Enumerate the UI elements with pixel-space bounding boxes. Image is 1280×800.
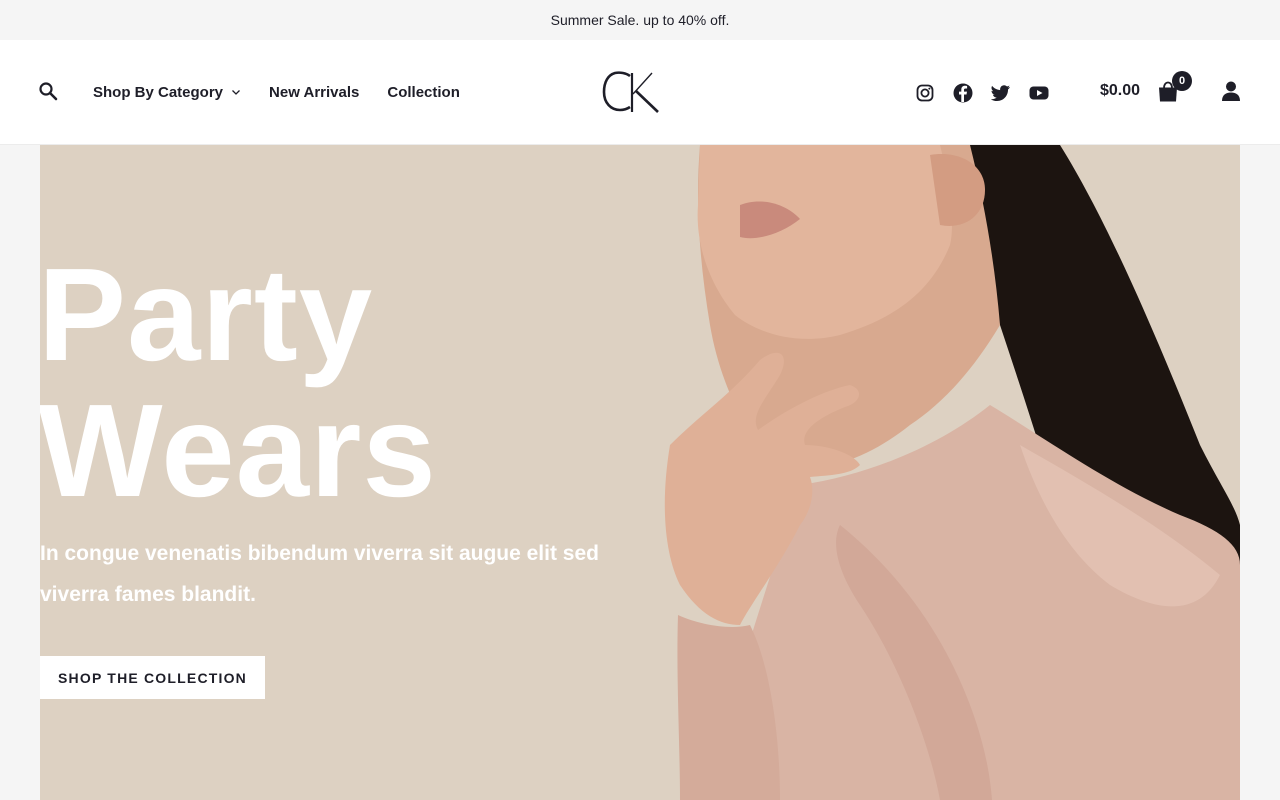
announcement-text: Summer Sale. up to 40% off. (550, 12, 730, 28)
main-nav: Shop By Category New Arrivals Collection (93, 40, 488, 144)
nav-label: New Arrivals (269, 83, 360, 101)
site-logo[interactable] (600, 70, 664, 116)
cart-count-badge: 0 (1172, 71, 1192, 91)
account-icon[interactable] (1220, 80, 1242, 102)
hero-title-line1: Party (40, 241, 374, 388)
nav-label: Collection (387, 83, 460, 101)
twitter-icon[interactable] (990, 82, 1012, 104)
nav-collection[interactable]: Collection (387, 84, 460, 101)
nav-label: Shop By Category (93, 83, 224, 101)
chevron-down-icon (232, 90, 240, 95)
instagram-icon[interactable] (914, 82, 936, 104)
hero-title: Party Wears (40, 247, 437, 519)
hero-title-line2: Wears (40, 377, 437, 524)
announcement-bar: Summer Sale. up to 40% off. (0, 0, 1280, 40)
hero-model-image (664, 145, 1240, 800)
nav-new-arrivals[interactable]: New Arrivals (269, 84, 359, 101)
youtube-icon[interactable] (1028, 82, 1050, 104)
site-header: Shop By Category New Arrivals Collection (0, 40, 1280, 145)
hero-banner: Party Wears In congue venenatis bibendum… (40, 145, 1240, 800)
search-icon[interactable] (38, 81, 60, 103)
shop-collection-button[interactable]: SHOP THE COLLECTION (40, 656, 265, 699)
nav-shop-by-category[interactable]: Shop By Category (93, 84, 241, 101)
hero-subtitle: In congue venenatis bibendum viverra sit… (40, 542, 599, 606)
social-links (914, 82, 1066, 104)
cart-total[interactable]: $0.00 (1100, 82, 1140, 100)
facebook-icon[interactable] (952, 82, 974, 104)
